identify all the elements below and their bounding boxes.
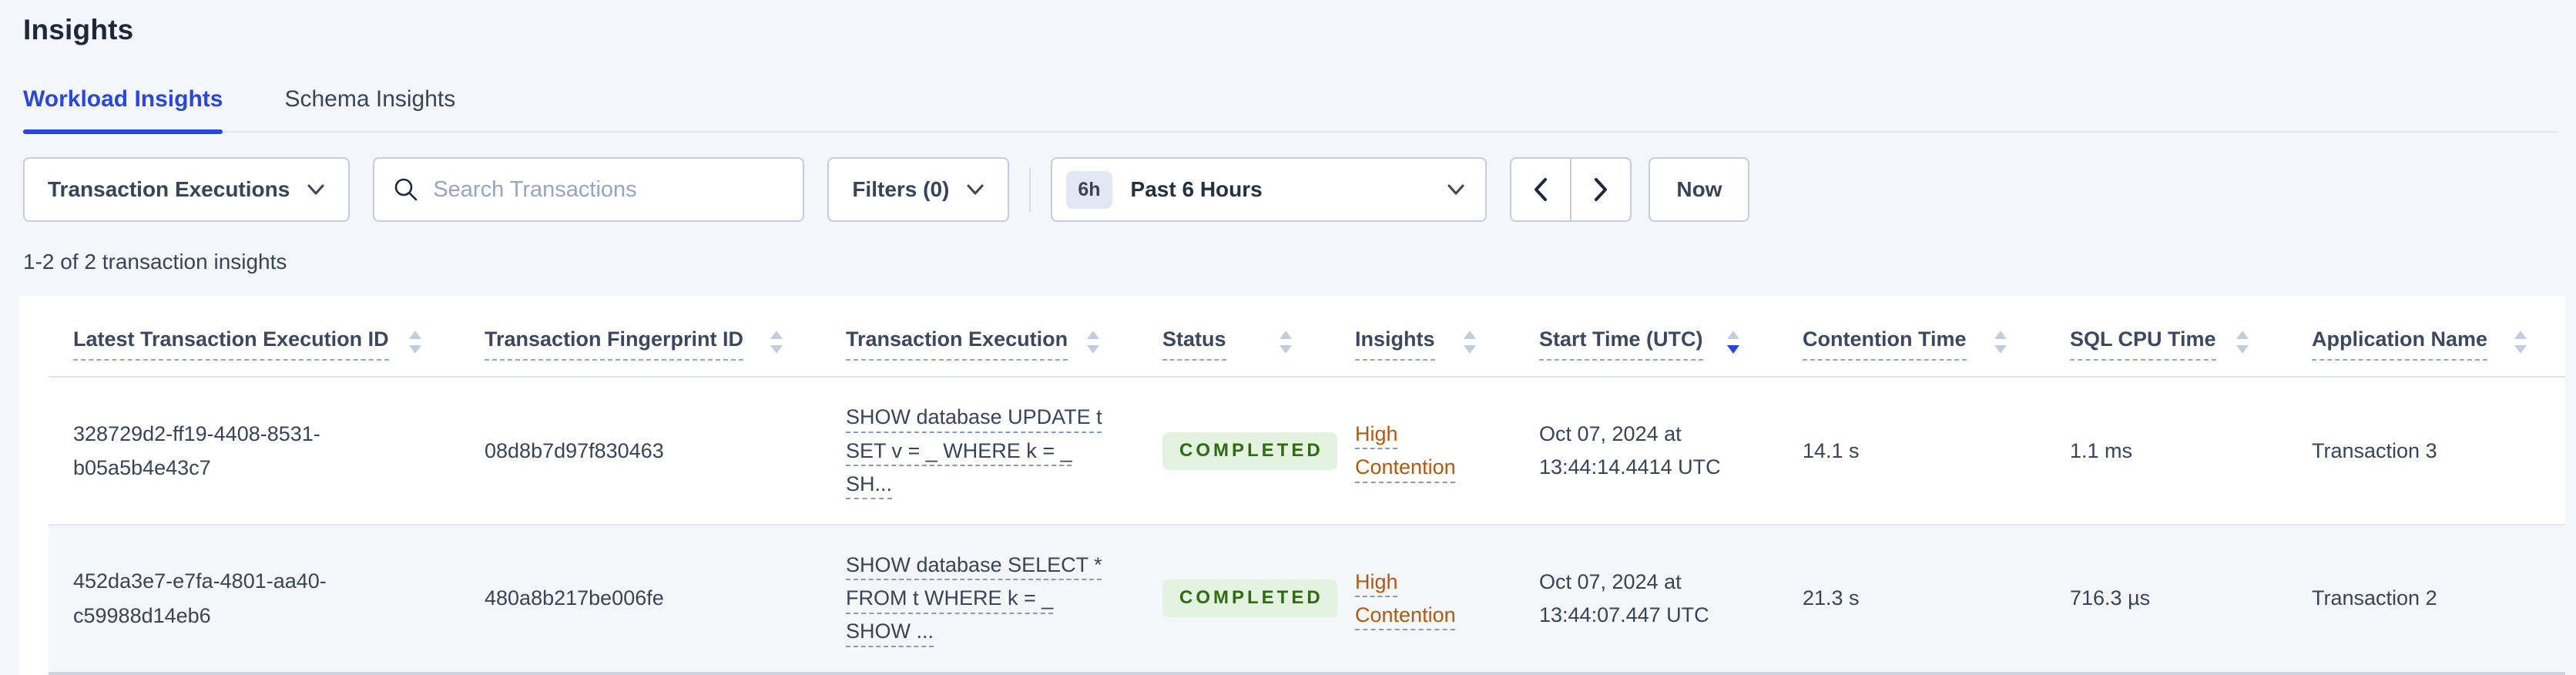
sort-arrows-icon[interactable] [2513, 328, 2528, 356]
column-header-application-name[interactable]: Application Name [2287, 307, 2565, 378]
tab-workload-insights[interactable]: Workload Insights [23, 86, 223, 134]
chevron-right-icon [1595, 178, 1608, 201]
transaction-execution-link[interactable]: SHOW database UPDATE t SET v = _ WHERE k… [846, 405, 1102, 495]
sort-arrows-icon[interactable] [1085, 328, 1101, 356]
chevron-left-icon [1535, 178, 1548, 201]
time-range-badge: 6h [1066, 170, 1112, 209]
now-button-label: Now [1676, 177, 1722, 201]
chevron-down-icon [967, 184, 984, 195]
fingerprint-id: 08d8b7d97f830463 [485, 438, 664, 462]
table-header-row: Latest Transaction Execution ID Transact… [49, 307, 2565, 378]
transaction-execution-link[interactable]: SHOW database SELECT * FROM t WHERE k = … [846, 553, 1102, 643]
status-badge: COMPLETED [1162, 579, 1337, 618]
column-header-latest-transaction-execution-id[interactable]: Latest Transaction Execution ID [49, 307, 460, 378]
filters-button-label: Filters (0) [852, 177, 950, 201]
sort-arrows-icon[interactable] [769, 328, 784, 356]
search-icon [393, 176, 419, 203]
chevron-down-icon [307, 184, 324, 195]
column-header-transaction-fingerprint-id[interactable]: Transaction Fingerprint ID [460, 307, 821, 378]
column-header-start-time[interactable]: Start Time (UTC) [1514, 307, 1778, 378]
page-header: Insights [0, 0, 2576, 46]
time-range-label: Past 6 Hours [1130, 177, 1263, 201]
contention-time: 14.1 s [1803, 438, 1860, 462]
toolbar-divider [1029, 167, 1031, 212]
sort-arrows-icon[interactable] [408, 328, 423, 356]
column-header-sql-cpu-time[interactable]: SQL CPU Time [2045, 307, 2287, 378]
sort-arrows-icon[interactable] [1462, 328, 1478, 356]
transaction-insights-table: Latest Transaction Execution ID Transact… [49, 307, 2565, 675]
application-name: Transaction 3 [2312, 438, 2437, 462]
column-header-transaction-execution[interactable]: Transaction Execution [821, 307, 1138, 378]
now-button[interactable]: Now [1649, 157, 1750, 222]
chevron-down-icon [1447, 184, 1464, 195]
insight-link[interactable]: High Contention [1355, 422, 1456, 479]
tab-schema-insights-label: Schema Insights [284, 86, 456, 112]
latest-execution-id: 452da3e7-e7fa-4801-aa40-c59988d14eb6 [73, 569, 327, 627]
status-badge: COMPLETED [1162, 432, 1337, 470]
latest-execution-id: 328729d2-ff19-4408-8531-b05a5b4e43c7 [73, 421, 320, 480]
insights-table-card: Latest Transaction Execution ID Transact… [19, 296, 2565, 675]
tab-schema-insights[interactable]: Schema Insights [284, 86, 455, 133]
column-header-insights[interactable]: Insights [1330, 307, 1514, 378]
workload-type-dropdown[interactable]: Transaction Executions [23, 157, 351, 222]
next-range-button[interactable] [1571, 157, 1632, 222]
column-header-contention-time[interactable]: Contention Time [1778, 307, 2045, 378]
results-summary: 1-2 of 2 transaction insights [23, 250, 287, 274]
tab-bar: Workload Insights Schema Insights [0, 86, 2576, 134]
sql-cpu-time: 716.3 µs [2070, 586, 2151, 610]
table-row: 328729d2-ff19-4408-8531-b05a5b4e43c7 08d… [49, 377, 2565, 525]
start-time: Oct 07, 2024 at 13:44:07.447 UTC [1539, 569, 1709, 626]
application-name: Transaction 2 [2312, 586, 2437, 610]
table-row: 452da3e7-e7fa-4801-aa40-c59988d14eb6 480… [49, 523, 2565, 675]
sort-arrows-icon[interactable] [1993, 328, 2008, 356]
time-range-arrows [1510, 157, 1632, 222]
insight-link[interactable]: High Contention [1355, 570, 1456, 626]
fingerprint-id: 480a8b217be006fe [485, 586, 664, 610]
filters-button[interactable]: Filters (0) [827, 157, 1010, 222]
workload-type-dropdown-label: Transaction Executions [48, 177, 290, 201]
toolbar: Transaction Executions Filters (0) 6h Pa… [23, 157, 2553, 222]
search-box [373, 157, 805, 222]
sort-arrows-icon[interactable] [1278, 328, 1293, 356]
time-range-picker[interactable]: 6h Past 6 Hours [1051, 157, 1488, 222]
page-title: Insights [23, 14, 134, 45]
previous-range-button[interactable] [1510, 157, 1571, 222]
sort-arrows-icon[interactable] [2235, 328, 2250, 356]
tab-workload-insights-label: Workload Insights [23, 86, 223, 112]
sql-cpu-time: 1.1 ms [2070, 438, 2133, 462]
sort-arrows-icon-active-desc[interactable] [1726, 328, 1741, 356]
search-input[interactable] [433, 176, 785, 203]
insights-page: Insights Workload Insights Schema Insigh… [0, 0, 2576, 675]
column-header-status[interactable]: Status [1138, 307, 1330, 378]
start-time: Oct 07, 2024 at 13:44:14.4414 UTC [1539, 421, 1721, 479]
contention-time: 21.3 s [1803, 586, 1860, 610]
tab-bar-divider [23, 131, 2558, 133]
